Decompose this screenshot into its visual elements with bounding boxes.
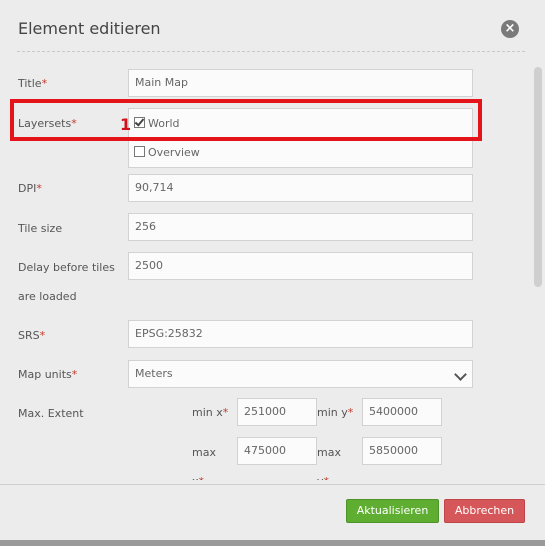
srs-input[interactable]: EPSG:25832 (128, 320, 473, 348)
map-units-value: Meters (135, 367, 173, 380)
map-units-select[interactable]: Meters (128, 360, 473, 388)
min-x-label: min x* (192, 406, 229, 419)
overview-checkbox[interactable] (134, 146, 145, 157)
layerset-option-overview[interactable]: Overview (134, 140, 200, 166)
close-icon[interactable]: × (501, 20, 519, 38)
max-extent-label: Max. Extent (18, 407, 84, 420)
bottom-border (0, 540, 545, 546)
annotation-step-number: 1 (120, 115, 132, 134)
dpi-label: DPI* (18, 182, 42, 195)
update-button[interactable]: Aktualisieren (346, 499, 439, 523)
scrollbar[interactable] (531, 65, 545, 485)
max-y-label-suffix: y* (317, 475, 329, 480)
srs-label: SRS* (18, 329, 46, 342)
title-label: Title* (18, 77, 48, 90)
max-x-label: max (192, 446, 216, 459)
min-x-input[interactable]: 251000 (237, 398, 317, 426)
min-y-input[interactable]: 5400000 (362, 398, 442, 426)
dpi-input[interactable]: 90,714 (128, 174, 473, 202)
title-divider (17, 51, 525, 52)
min-y-label: min y* (317, 406, 354, 419)
edit-element-dialog: Element editieren × Title* Main Map Laye… (0, 0, 545, 546)
dialog-title: Element editieren (18, 19, 161, 38)
delay-label-line1: Delay before tiles (18, 261, 115, 274)
delay-input[interactable]: 2500 (128, 252, 473, 280)
map-units-label: Map units* (18, 368, 78, 381)
annotation-highlight-box (10, 99, 482, 141)
overview-label: Overview (148, 146, 200, 159)
cancel-button[interactable]: Abbrechen (444, 499, 525, 523)
scrollbar-thumb[interactable] (534, 67, 542, 287)
chevron-down-icon (454, 368, 467, 381)
max-x-label-suffix: x* (192, 475, 204, 480)
delay-label-line2: are loaded (18, 290, 77, 303)
tile-size-label: Tile size (18, 222, 63, 235)
max-y-input[interactable]: 5850000 (362, 437, 442, 465)
max-y-label: max (317, 446, 341, 459)
title-input[interactable]: Main Map (128, 69, 473, 97)
tile-size-input[interactable]: 256 (128, 213, 473, 241)
footer-divider (0, 484, 545, 485)
max-x-input[interactable]: 475000 (237, 437, 317, 465)
